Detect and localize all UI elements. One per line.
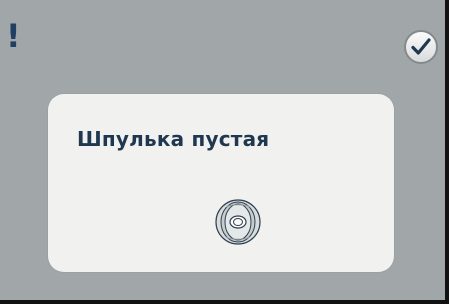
alert-mark: !: [6, 17, 21, 55]
dialog-title: Шпулька пустая: [77, 127, 270, 151]
empty-bobbin-dialog: Шпулька пустая: [48, 94, 394, 272]
check-icon: [411, 38, 431, 55]
sewing-machine-screen: ! Шпулька пустая: [0, 0, 449, 304]
bobbin-icon: [204, 197, 272, 247]
confirm-button[interactable]: [404, 30, 438, 64]
